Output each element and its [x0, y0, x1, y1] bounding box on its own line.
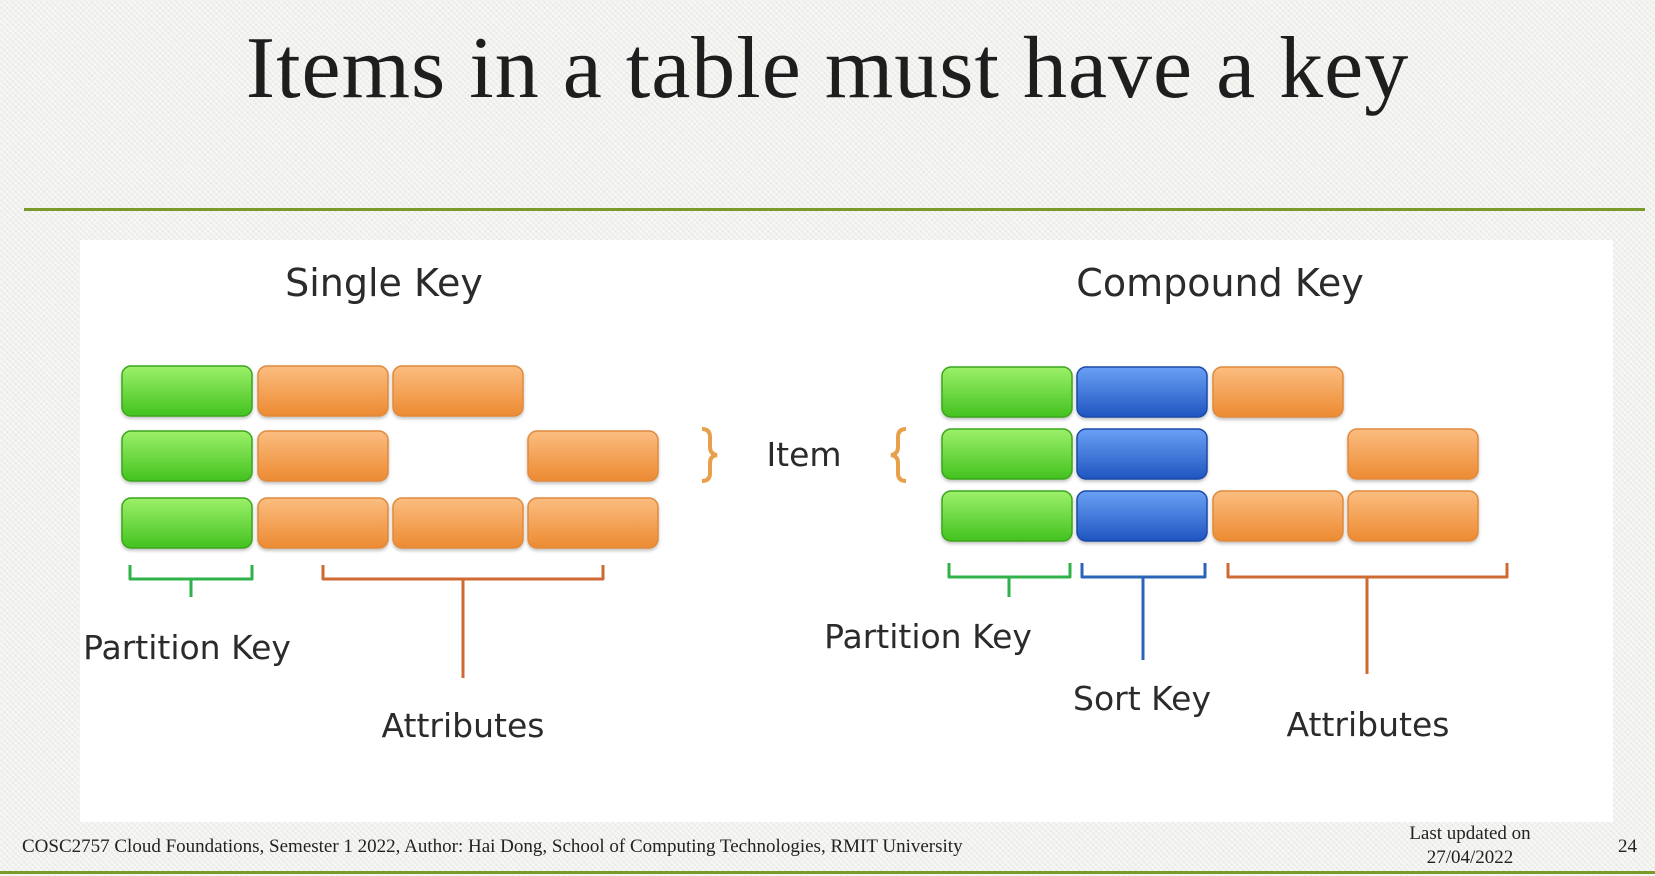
compound-attributes-label: Attributes: [1287, 705, 1450, 744]
compound-attributes-brace: [1226, 563, 1509, 674]
attribute-cell: [257, 430, 389, 482]
sort-key-label: Sort Key: [1073, 679, 1211, 718]
item-brace-left: [890, 427, 907, 483]
attribute-cell: [257, 497, 389, 549]
item-label: Item: [766, 435, 841, 474]
attribute-cell: [527, 497, 659, 549]
attributes-brace: [321, 565, 605, 678]
footer-course-info: COSC2757 Cloud Foundations, Semester 1 2…: [22, 836, 963, 857]
diagram-canvas: Single Key Compound Key Partition Key At…: [83, 261, 1509, 745]
page-number: 24: [1618, 836, 1637, 857]
sort-key-cell: [1076, 428, 1208, 480]
partition-key-cell: [121, 365, 253, 417]
partition-key-cell: [121, 497, 253, 549]
attribute-cell: [1212, 366, 1344, 418]
dynamodb-key-diagram: Single Key Compound Key Partition Key At…: [80, 240, 1613, 822]
compound-partition-key-brace: [947, 563, 1072, 597]
compound-key-heading: Compound Key: [1076, 261, 1363, 305]
attribute-cell: [392, 365, 524, 417]
slide-title: Items in a table must have a key: [245, 20, 1410, 117]
single-key-heading: Single Key: [285, 261, 483, 305]
sort-key-cell: [1076, 366, 1208, 418]
partition-key-cell: [121, 430, 253, 482]
attribute-cell: [257, 365, 389, 417]
sort-key-brace: [1080, 563, 1207, 660]
last-updated-date: 27/04/2022: [1426, 847, 1514, 868]
title-divider: [24, 208, 1645, 211]
attribute-cell: [1212, 490, 1344, 542]
partition-key-cell: [941, 366, 1073, 418]
compound-partition-key-label: Partition Key: [824, 617, 1032, 656]
partition-key-cell: [941, 490, 1073, 542]
partition-key-cell: [941, 428, 1073, 480]
attribute-cell: [1347, 490, 1479, 542]
attribute-cell: [527, 430, 659, 482]
sort-key-cell: [1076, 490, 1208, 542]
partition-key-brace: [128, 565, 254, 597]
compound-key-items: [941, 366, 1479, 542]
last-updated: Last updated on 27/04/2022: [1390, 822, 1550, 870]
item-brace-right: [701, 427, 718, 483]
single-key-items: [121, 365, 659, 549]
attribute-cell: [392, 497, 524, 549]
single-attributes-label: Attributes: [382, 706, 545, 745]
single-partition-key-label: Partition Key: [83, 628, 291, 667]
footer-divider: [0, 871, 1655, 874]
attribute-cell: [1347, 428, 1479, 480]
last-updated-label: Last updated on: [1409, 823, 1531, 844]
